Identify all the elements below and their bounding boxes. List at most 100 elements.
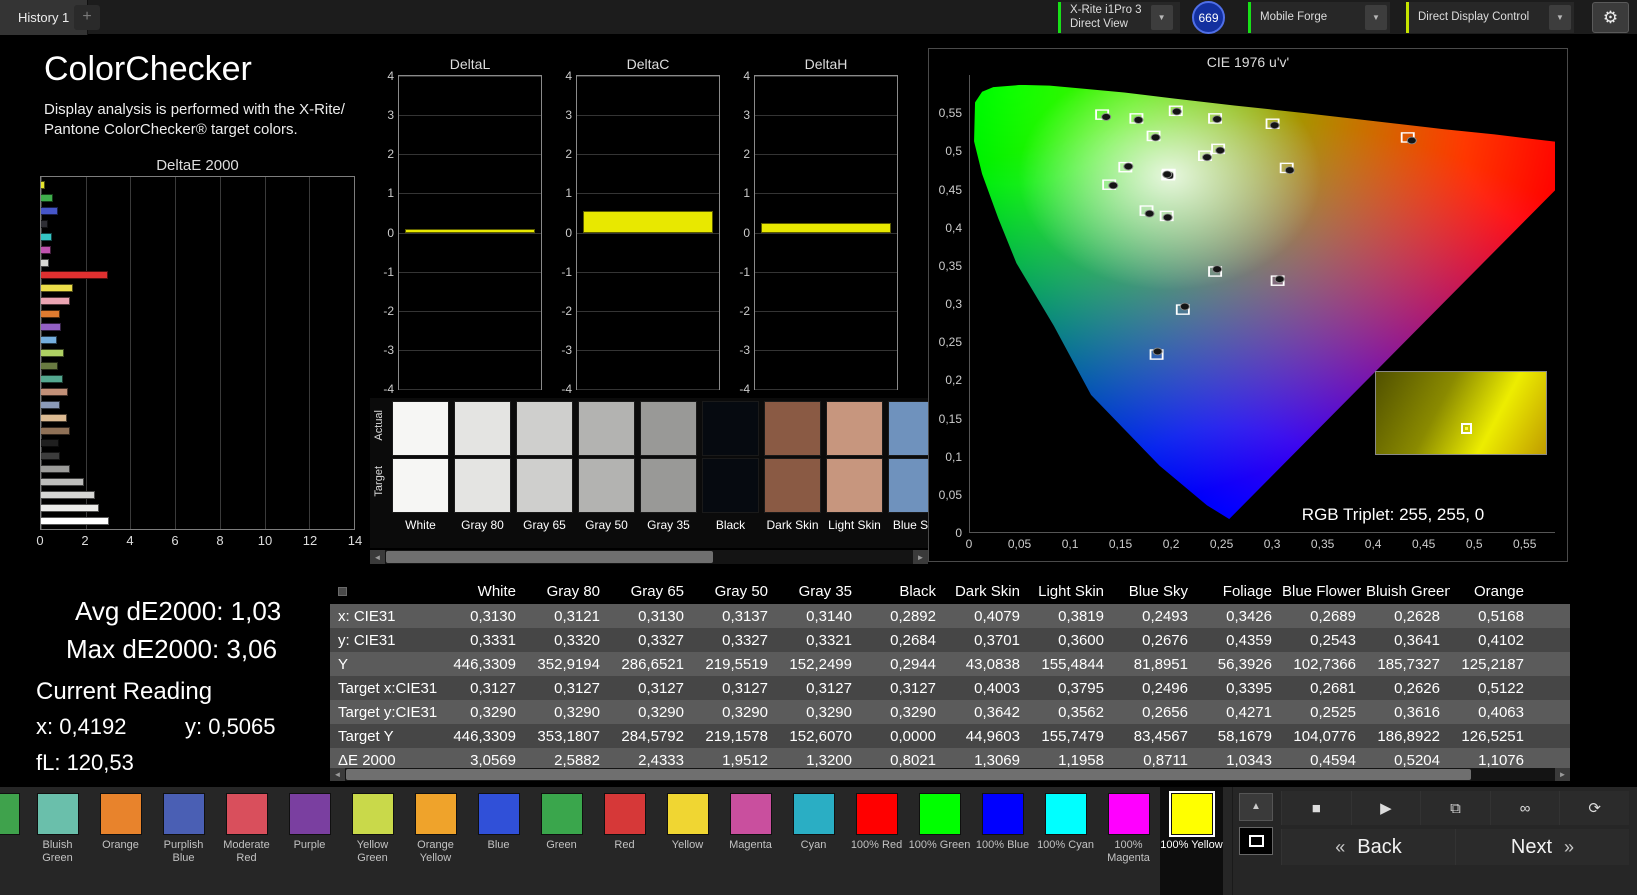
scroll-left-icon[interactable]: ◄ bbox=[330, 768, 345, 781]
table-cell: 0,3127 bbox=[470, 679, 516, 697]
display-control-dropdown[interactable]: Direct Display Control ▼ bbox=[1406, 2, 1574, 33]
patch-color bbox=[666, 793, 709, 835]
table-cell: 286,6521 bbox=[621, 655, 684, 673]
swatch-gray-80[interactable]: Gray 80 bbox=[454, 401, 511, 532]
chevron-down-icon[interactable]: ▼ bbox=[1365, 5, 1387, 30]
table-cell: 0,3290 bbox=[806, 703, 852, 721]
cie-measured-marker-orange bbox=[1269, 121, 1280, 130]
x-tick-label: 0,2 bbox=[1162, 537, 1180, 551]
patch-button-100-blue[interactable]: 100% Blue bbox=[971, 787, 1034, 895]
table-cell: 104,0776 bbox=[1293, 727, 1356, 745]
source-dropdown[interactable]: Mobile Forge ▼ bbox=[1248, 2, 1390, 33]
settings-gear-icon[interactable]: ⚙ bbox=[1592, 2, 1629, 33]
patch-button-cyan[interactable]: Cyan bbox=[782, 787, 845, 895]
patch-button-yellow-green[interactable]: Yellow Green bbox=[341, 787, 404, 895]
swatch-dark-skin[interactable]: Dark Skin bbox=[764, 401, 821, 532]
table-cell: 0,3127 bbox=[806, 679, 852, 697]
table-scrollbar[interactable]: ◄ ► bbox=[330, 768, 1570, 781]
delta-chart-deltal: DeltaL 4 3 2 1 0 -1 -2 -3 -4 bbox=[366, 56, 544, 428]
swatch-actual bbox=[826, 401, 883, 456]
patch-button-bluish-green[interactable]: Bluish Green bbox=[26, 787, 89, 895]
y-tick-label: 1 bbox=[743, 186, 750, 201]
swatch-white[interactable]: White bbox=[392, 401, 449, 532]
back-button[interactable]: « Back bbox=[1281, 829, 1455, 865]
scroll-left-icon[interactable]: ◄ bbox=[370, 550, 385, 564]
meter-dropdown[interactable]: X-Rite i1Pro 3 Direct View ▼ bbox=[1058, 2, 1180, 33]
table-header-cell: White bbox=[477, 582, 516, 600]
gridline bbox=[399, 193, 541, 195]
patch-label: Blue bbox=[487, 839, 510, 851]
patch-button-moderate-red[interactable]: Moderate Red bbox=[215, 787, 278, 895]
table-cell: 0,2628 bbox=[1394, 607, 1440, 625]
patch-button-100-green[interactable]: 100% Green bbox=[908, 787, 971, 895]
y-tick-label: 2 bbox=[565, 147, 572, 162]
patch-button-purple[interactable]: Purple bbox=[278, 787, 341, 895]
scroll-right-icon[interactable]: ► bbox=[913, 550, 928, 564]
calman-colorchecker-app: History 1 + X-Rite i1Pro 3 Direct View ▼… bbox=[0, 0, 1637, 895]
table-cell: 0,5122 bbox=[1478, 679, 1524, 697]
patch-button-partial[interactable] bbox=[0, 787, 26, 895]
chevron-down-icon[interactable]: ▼ bbox=[1150, 5, 1173, 30]
scrollbar-thumb[interactable] bbox=[386, 551, 714, 563]
patch-label: 100% Blue bbox=[975, 839, 1030, 851]
patch-button-yellow[interactable]: Yellow bbox=[656, 787, 719, 895]
scrollbar-track[interactable] bbox=[345, 768, 1555, 781]
pattern-window-button[interactable] bbox=[1239, 827, 1273, 855]
scroll-up-icon[interactable]: ▲ bbox=[1239, 793, 1273, 821]
gridline bbox=[399, 154, 541, 156]
swatch-light-skin[interactable]: Light Skin bbox=[826, 401, 883, 532]
current-reading-marker bbox=[1461, 422, 1472, 434]
target-row-label: Target bbox=[373, 466, 385, 497]
patch-button-100-cyan[interactable]: 100% Cyan bbox=[1034, 787, 1097, 895]
patch-button-100-yellow[interactable]: 100% Yellow bbox=[1160, 787, 1223, 895]
swatch-gray-35[interactable]: Gray 35 bbox=[640, 401, 697, 532]
gridline bbox=[577, 76, 719, 77]
table-cell: 0,4063 bbox=[1478, 703, 1524, 721]
swatch-black[interactable]: Black bbox=[702, 401, 759, 532]
patch-button-orange[interactable]: Orange bbox=[89, 787, 152, 895]
add-tab-button[interactable]: + bbox=[74, 5, 100, 30]
play-icon[interactable]: ▶ bbox=[1350, 791, 1421, 825]
table-cell: 0,2944 bbox=[890, 655, 936, 673]
swatch-scrollbar[interactable]: ◄ ► bbox=[370, 550, 928, 564]
delta-chart-plot: 4 3 2 1 0 -1 -2 -3 -4 bbox=[561, 69, 720, 396]
patch-button-red[interactable]: Red bbox=[593, 787, 656, 895]
measurement-table: White Gray 80 Gray 65 Gray 50 Gray 35 Black Da… bbox=[330, 578, 1570, 772]
swatch-gray-50[interactable]: Gray 50 bbox=[578, 401, 635, 532]
patch-label: Purple bbox=[293, 839, 326, 851]
gridline bbox=[577, 271, 719, 273]
de2000-x-axis: 0 2 4 6 8 10 12 14 bbox=[36, 533, 362, 549]
patch-label: 100% Cyan bbox=[1037, 839, 1094, 851]
chevron-down-icon[interactable]: ▼ bbox=[1549, 5, 1571, 30]
patch-color bbox=[36, 793, 79, 835]
gridline bbox=[399, 389, 541, 390]
patch-button-purplish-blue[interactable]: Purplish Blue bbox=[152, 787, 215, 895]
scrollbar-track[interactable] bbox=[385, 550, 913, 564]
refresh-icon[interactable]: ⟳ bbox=[1559, 791, 1629, 825]
patch-button-green[interactable]: Green bbox=[530, 787, 593, 895]
patch-button-orange-yellow[interactable]: Orange Yellow bbox=[404, 787, 467, 895]
patch-button-100-magenta[interactable]: 100% Magenta bbox=[1097, 787, 1160, 895]
swatch-gray-65[interactable]: Gray 65 bbox=[516, 401, 573, 532]
loop-icon[interactable]: ∞ bbox=[1489, 791, 1560, 825]
cie-measured-marker-magenta bbox=[1274, 275, 1285, 283]
stop-icon[interactable]: ■ bbox=[1281, 791, 1351, 825]
scrollbar-thumb[interactable] bbox=[346, 769, 1472, 780]
reading-y-value: y: 0,5065 bbox=[185, 714, 276, 739]
scroll-right-icon[interactable]: ► bbox=[1555, 768, 1570, 781]
patch-button-magenta[interactable]: Magenta bbox=[719, 787, 782, 895]
swatch-target bbox=[826, 458, 883, 513]
table-cell: 0,21 bbox=[1534, 608, 1570, 625]
swatch-target bbox=[702, 458, 759, 513]
de-bar bbox=[41, 284, 74, 293]
swatch-target bbox=[392, 458, 449, 513]
swatch-target bbox=[888, 458, 928, 513]
patch-button-100-red[interactable]: 100% Red bbox=[845, 787, 908, 895]
swatch-blue-sky[interactable]: Blue Sky bbox=[888, 401, 928, 532]
next-button[interactable]: Next » bbox=[1455, 829, 1629, 865]
delta-bar bbox=[583, 210, 713, 233]
pattern-window-icon[interactable]: ⧉ bbox=[1420, 791, 1490, 825]
patch-button-blue[interactable]: Blue bbox=[467, 787, 530, 895]
pattern-window-icon bbox=[1248, 835, 1264, 847]
next-label: Next bbox=[1510, 835, 1553, 858]
